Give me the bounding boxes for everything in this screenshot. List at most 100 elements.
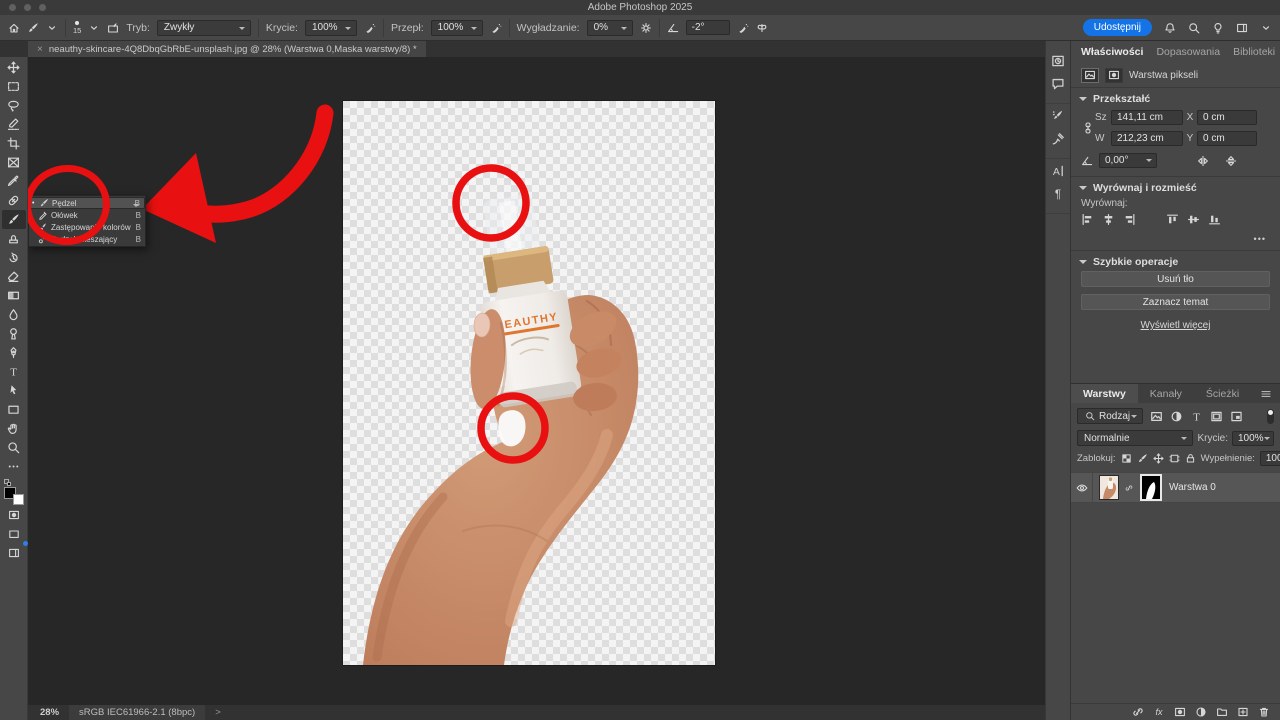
brush-settings-icon[interactable] — [1051, 109, 1065, 123]
image-filter-icon[interactable] — [1150, 410, 1163, 423]
folder-icon[interactable] — [1216, 706, 1228, 718]
search-icon[interactable] — [1188, 22, 1200, 34]
opacity-select[interactable]: 100% — [305, 20, 357, 36]
align-section-header[interactable]: Wyrównaj i rozmieść — [1071, 177, 1280, 197]
rotate-angle-field[interactable]: 0,00° — [1099, 153, 1157, 168]
tool-pen[interactable] — [2, 343, 26, 362]
align-left-icon[interactable] — [1081, 213, 1094, 226]
layer-mask-thumbnail[interactable] — [1140, 474, 1162, 501]
align-more-options[interactable]: ••• — [1071, 226, 1280, 250]
select-subject-button[interactable]: Zaznacz temat — [1081, 294, 1270, 310]
plus-square-icon[interactable] — [1237, 706, 1249, 718]
layer-thumbnail[interactable] — [1099, 475, 1119, 500]
height-field[interactable]: 212,23 cm — [1111, 131, 1183, 146]
paragraph-icon[interactable]: ¶ — [1051, 187, 1065, 201]
blend-mode-select[interactable]: Normalnie — [1077, 430, 1193, 446]
canvas-pasteboard[interactable]: NEAUTHY •PędzelBOłówekBZastępowanie kolo… — [28, 57, 1045, 705]
layer-row-warstwa-0[interactable]: Warstwa 0 — [1071, 472, 1280, 503]
width-field[interactable]: 141,11 cm — [1111, 110, 1183, 125]
mask-icon[interactable] — [1174, 706, 1186, 718]
tool-blur[interactable] — [2, 305, 26, 324]
tab-properties[interactable]: Właściwości — [1081, 46, 1143, 58]
frame-filter-icon[interactable] — [1210, 410, 1223, 423]
color-profile[interactable]: sRGB IEC61966-2.1 (8bpc) — [69, 705, 205, 720]
layer-mask-icon[interactable] — [1105, 68, 1123, 83]
transform-section-header[interactable]: Przekształć — [1071, 88, 1280, 108]
mask-link-icon[interactable] — [1125, 483, 1133, 491]
tab-layers[interactable]: Warstwy — [1071, 384, 1138, 403]
trash-icon[interactable] — [1258, 706, 1270, 718]
traffic-lights[interactable] — [9, 4, 46, 11]
tool-object-selection[interactable] — [2, 115, 26, 134]
home-icon[interactable] — [8, 22, 20, 34]
brush-angle-field[interactable]: -2° — [686, 20, 730, 35]
workspace-icon[interactable] — [1236, 22, 1248, 34]
adjust-icon[interactable] — [1170, 410, 1183, 423]
align-right-icon[interactable] — [1123, 213, 1136, 226]
dist-center-v-icon[interactable] — [1187, 213, 1200, 226]
tool-hand[interactable] — [2, 419, 26, 438]
screen-mode-icon[interactable] — [2, 524, 26, 543]
pressure-opacity-icon[interactable] — [364, 22, 376, 34]
background-color-swatch[interactable] — [13, 494, 24, 505]
move-icon[interactable] — [1153, 453, 1164, 464]
tool-move[interactable] — [2, 58, 26, 77]
tool-zoom[interactable] — [2, 438, 26, 457]
chevron-down-icon[interactable] — [46, 22, 58, 34]
comments-icon[interactable] — [1051, 77, 1065, 91]
tool-preset-brush-icon[interactable] — [27, 22, 39, 34]
lock-icon[interactable] — [1185, 453, 1196, 464]
status-chevron-icon[interactable]: > — [215, 707, 221, 718]
chevron-down-icon[interactable] — [88, 22, 100, 34]
brush-size-preview[interactable]: 15 — [73, 21, 81, 35]
pixel-layer-icon[interactable] — [1081, 68, 1099, 83]
artboard-icon[interactable] — [1169, 453, 1180, 464]
tool-lasso[interactable] — [2, 96, 26, 115]
tool-shape-rect[interactable] — [2, 400, 26, 419]
airbrush-toggle-icon[interactable] — [737, 22, 749, 34]
tool-history-brush[interactable] — [2, 248, 26, 267]
close-icon[interactable]: × — [37, 44, 43, 55]
visibility-eye-icon[interactable] — [1071, 473, 1093, 502]
flip-horizontal-icon[interactable] — [1197, 155, 1209, 167]
tool-brush[interactable] — [2, 210, 26, 229]
tab-channels[interactable]: Kanały — [1138, 384, 1194, 403]
history-panel-icon[interactable] — [1051, 54, 1065, 68]
filter-toggle[interactable] — [1267, 409, 1274, 424]
tool-path-selection[interactable] — [2, 381, 26, 400]
notifications-bell-icon[interactable] — [1164, 22, 1176, 34]
quick-mask-icon[interactable] — [2, 505, 26, 524]
character-icon[interactable]: A — [1051, 164, 1065, 178]
fill-field[interactable]: 100% — [1260, 451, 1280, 466]
smoothing-select[interactable]: 0% — [587, 20, 633, 36]
x-field[interactable]: 0 cm — [1197, 110, 1257, 125]
tool-eyedropper[interactable] — [2, 172, 26, 191]
chevron-down-icon[interactable] — [1260, 22, 1272, 34]
tool-gradient[interactable] — [2, 286, 26, 305]
remove-background-button[interactable]: Usuń tło — [1081, 271, 1270, 287]
brush-icon[interactable] — [1137, 453, 1148, 464]
tool-eraser[interactable] — [2, 267, 26, 286]
smart-filter-icon[interactable] — [1230, 410, 1243, 423]
tool-frame[interactable] — [2, 153, 26, 172]
tool-more-dots[interactable] — [2, 457, 26, 476]
tool-clone-stamp[interactable] — [2, 229, 26, 248]
tool-type[interactable]: T — [2, 362, 26, 381]
share-button[interactable]: Udostępnij — [1083, 19, 1152, 36]
document-tab[interactable]: × neauthy-skincare-4Q8DbqGbRbE-unsplash.… — [28, 41, 426, 57]
brush-panel-toggle-icon[interactable] — [107, 22, 119, 34]
link-dimensions-icon[interactable] — [1081, 122, 1095, 134]
cloud-sync-icon[interactable] — [2, 543, 26, 562]
quick-actions-header[interactable]: Szybkie operacje — [1071, 251, 1280, 271]
dist-top-icon[interactable] — [1166, 213, 1179, 226]
color-swatches[interactable] — [2, 479, 26, 505]
tool-crop[interactable] — [2, 134, 26, 153]
brushes-icon[interactable] — [1051, 132, 1065, 146]
tool-healing-brush[interactable] — [2, 191, 26, 210]
fx-icon[interactable]: fx — [1153, 706, 1165, 718]
tool-dodge[interactable] — [2, 324, 26, 343]
y-field[interactable]: 0 cm — [1197, 131, 1257, 146]
adjust-icon[interactable] — [1195, 706, 1207, 718]
discover-bulb-icon[interactable] — [1212, 22, 1224, 34]
type-icon[interactable]: T — [1190, 410, 1203, 423]
